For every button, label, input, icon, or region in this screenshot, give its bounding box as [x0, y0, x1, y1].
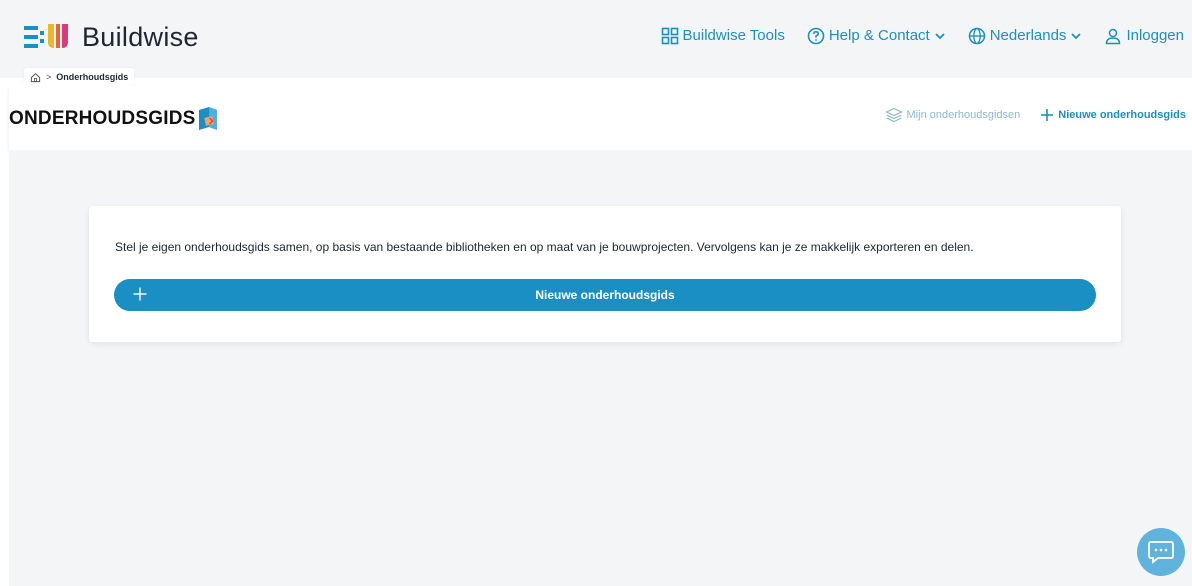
nav-buildwise-tools[interactable]: Buildwise Tools — [661, 26, 785, 46]
page-subheader: ONDERHOUDSGIDS Mijn onderhoudsgidsen Nie… — [9, 86, 1192, 150]
intro-card: Stel je eigen onderhoudsgids samen, op b… — [89, 206, 1121, 342]
nav-language-label: Nederlands — [989, 27, 1067, 44]
chat-button[interactable] — [1137, 528, 1185, 576]
guide-book-icon — [199, 107, 218, 130]
nav-language[interactable]: Nederlands — [968, 26, 1083, 46]
nav-login-label: Inloggen — [1126, 27, 1184, 44]
my-guides-label: Mijn onderhoudsgidsen — [906, 109, 1021, 121]
plus-icon — [1041, 109, 1054, 121]
question-circle-icon — [807, 27, 825, 45]
new-guide-button[interactable]: Nieuwe onderhoudsgids — [114, 279, 1096, 311]
globe-icon — [968, 27, 985, 45]
top-navigation: Buildwise Tools Help & Contact Nederland… — [639, 26, 1184, 46]
breadcrumb: > Onderhoudsgids — [24, 68, 135, 86]
chat-icon — [1148, 541, 1174, 564]
grid-icon — [661, 27, 678, 45]
new-guide-link[interactable]: Nieuwe onderhoudsgids — [1040, 108, 1186, 122]
logo-text: Buildwise — [82, 22, 199, 52]
layers-icon — [884, 107, 903, 123]
nav-help-contact-label: Help & Contact — [828, 27, 930, 44]
nav-login[interactable]: Inloggen — [1104, 26, 1184, 46]
new-guide-button-label: Nieuwe onderhoudsgids — [535, 288, 675, 302]
breadcrumb-separator: > — [46, 72, 52, 82]
subheader-actions: Mijn onderhoudsgidsen Nieuwe onderhoudsg… — [865, 107, 1186, 123]
home-icon[interactable] — [30, 72, 41, 83]
main-content: Stel je eigen onderhoudsgids samen, op b… — [9, 150, 1192, 586]
page-title-wrap: ONDERHOUDSGIDS — [9, 106, 219, 132]
page-title: ONDERHOUDSGIDS — [9, 108, 196, 129]
new-guide-label: Nieuwe onderhoudsgids — [1058, 109, 1186, 121]
nav-help-contact[interactable]: Help & Contact — [807, 26, 946, 46]
buildwise-logo-icon — [24, 24, 68, 48]
intro-text: Stel je eigen onderhoudsgids samen, op b… — [115, 240, 974, 254]
chevron-down-icon — [935, 33, 945, 40]
nav-buildwise-tools-label: Buildwise Tools — [682, 27, 785, 44]
plus-icon — [133, 287, 147, 301]
chevron-down-icon — [1071, 33, 1082, 40]
user-icon — [1106, 28, 1121, 45]
buildwise-logo[interactable]: Buildwise — [24, 22, 199, 52]
top-bar: Buildwise Buildwise Tools Help & Contact — [0, 0, 1192, 78]
my-guides-link[interactable]: Mijn onderhoudsgidsen — [884, 107, 1021, 123]
breadcrumb-current: Onderhoudsgids — [56, 72, 129, 82]
